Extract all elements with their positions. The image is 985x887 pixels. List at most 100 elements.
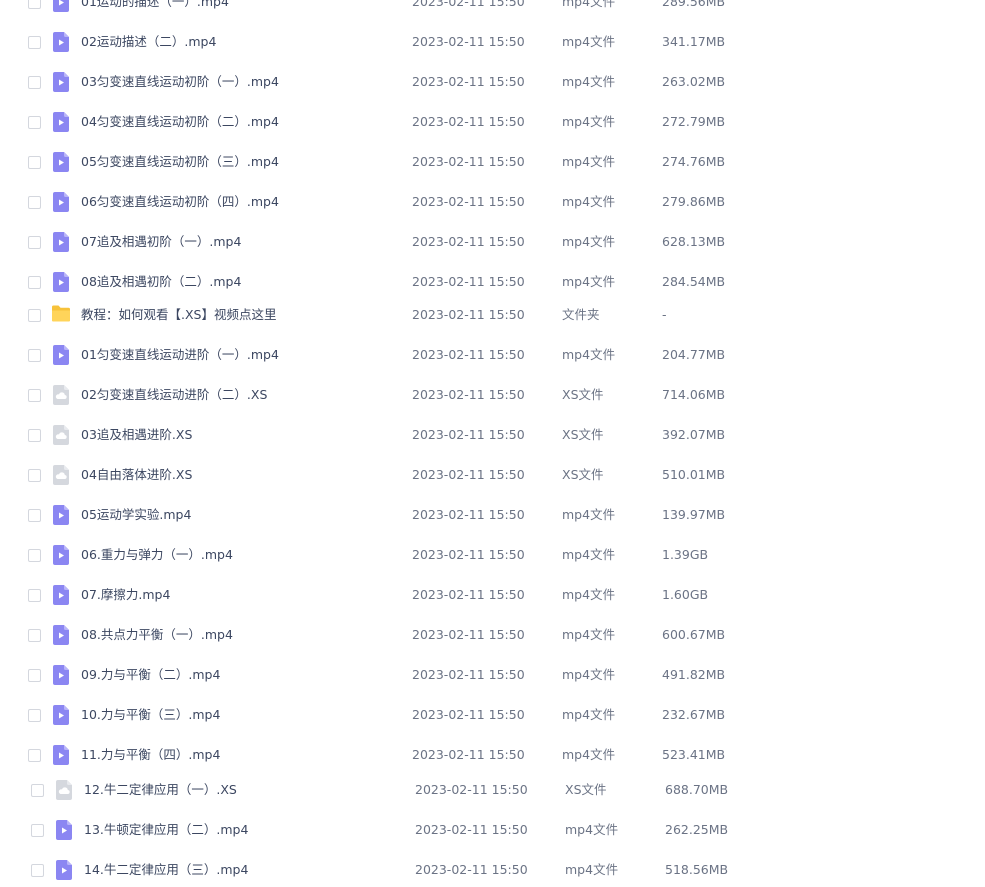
file-row[interactable]: 06.重力与弹力（一）.mp4 2023-02-11 15:50 mp4文件 1…: [0, 538, 760, 572]
file-name[interactable]: 08追及相遇初阶（二）.mp4: [81, 265, 241, 299]
row-checkbox[interactable]: [28, 549, 41, 562]
file-name[interactable]: 07追及相遇初阶（一）.mp4: [81, 225, 241, 259]
row-checkbox[interactable]: [28, 629, 41, 642]
file-size: 1.39GB: [662, 547, 709, 562]
file-name[interactable]: 07.摩擦力.mp4: [81, 578, 170, 612]
video-file-icon: [53, 545, 69, 565]
file-row[interactable]: 08.共点力平衡（一）.mp4 2023-02-11 15:50 mp4文件 6…: [0, 618, 760, 652]
row-checkbox[interactable]: [28, 589, 41, 602]
row-checkbox[interactable]: [28, 309, 41, 322]
file-name[interactable]: 09.力与平衡（二）.mp4: [81, 658, 220, 692]
file-name[interactable]: 04匀变速直线运动初阶（二）.mp4: [81, 105, 279, 139]
file-size: 518.56MB: [665, 862, 729, 877]
file-row[interactable]: 教程：如何观看【.XS】视频点这里 2023-02-11 15:50 文件夹 -: [0, 298, 760, 332]
file-row[interactable]: 03追及相遇进阶.XS 2023-02-11 15:50 XS文件 392.07…: [0, 418, 760, 452]
file-row[interactable]: 05匀变速直线运动初阶（三）.mp4 2023-02-11 15:50 mp4文…: [0, 145, 760, 179]
row-checkbox[interactable]: [28, 429, 41, 442]
file-type: mp4文件: [565, 862, 619, 877]
file-type: mp4文件: [562, 747, 616, 762]
file-name[interactable]: 01匀变速直线运动进阶（一）.mp4: [81, 338, 279, 372]
file-row[interactable]: 11.力与平衡（四）.mp4 2023-02-11 15:50 mp4文件 52…: [0, 738, 760, 772]
file-name[interactable]: 教程：如何观看【.XS】视频点这里: [81, 298, 276, 332]
modified-date: 2023-02-11 15:50: [412, 0, 525, 9]
file-row[interactable]: 01匀变速直线运动进阶（一）.mp4 2023-02-11 15:50 mp4文…: [0, 338, 760, 372]
modified-date: 2023-02-11 15:50: [412, 467, 525, 482]
file-row[interactable]: 07.摩擦力.mp4 2023-02-11 15:50 mp4文件 1.60GB: [0, 578, 760, 612]
file-row[interactable]: 08追及相遇初阶（二）.mp4 2023-02-11 15:50 mp4文件 2…: [0, 265, 760, 299]
file-row[interactable]: 09.力与平衡（二）.mp4 2023-02-11 15:50 mp4文件 49…: [0, 658, 760, 692]
row-checkbox[interactable]: [28, 349, 41, 362]
file-row[interactable]: 02运动描述（二）.mp4 2023-02-11 15:50 mp4文件 341…: [0, 25, 760, 59]
file-list: 01运动的描述（一）.mp4 2023-02-11 15:50 mp4文件 28…: [0, 0, 985, 880]
row-checkbox[interactable]: [28, 0, 41, 9]
file-row[interactable]: 01运动的描述（一）.mp4 2023-02-11 15:50 mp4文件 28…: [0, 0, 760, 19]
row-checkbox[interactable]: [28, 669, 41, 682]
file-row[interactable]: 07追及相遇初阶（一）.mp4 2023-02-11 15:50 mp4文件 6…: [0, 225, 760, 259]
file-row[interactable]: 03匀变速直线运动初阶（一）.mp4 2023-02-11 15:50 mp4文…: [0, 65, 760, 99]
file-type: XS文件: [562, 467, 604, 482]
row-checkbox[interactable]: [28, 156, 41, 169]
file-name[interactable]: 08.共点力平衡（一）.mp4: [81, 618, 233, 652]
modified-date: 2023-02-11 15:50: [412, 747, 525, 762]
file-type: mp4文件: [562, 627, 616, 642]
file-row[interactable]: 02匀变速直线运动进阶（二）.XS 2023-02-11 15:50 XS文件 …: [0, 378, 760, 412]
row-checkbox[interactable]: [28, 236, 41, 249]
file-size: 628.13MB: [662, 234, 726, 249]
file-name[interactable]: 10.力与平衡（三）.mp4: [81, 698, 220, 732]
modified-date: 2023-02-11 15:50: [412, 114, 525, 129]
file-size: 491.82MB: [662, 667, 726, 682]
file-type: mp4文件: [562, 34, 616, 49]
file-type: mp4文件: [562, 507, 616, 522]
file-type: mp4文件: [562, 74, 616, 89]
cloud-file-icon: [56, 780, 72, 800]
row-checkbox[interactable]: [28, 709, 41, 722]
file-name[interactable]: 01运动的描述（一）.mp4: [81, 0, 229, 19]
file-size: 1.60GB: [662, 587, 709, 602]
video-file-icon: [56, 820, 72, 840]
file-name[interactable]: 02运动描述（二）.mp4: [81, 25, 216, 59]
row-checkbox[interactable]: [28, 76, 41, 89]
file-row[interactable]: 05运动学实验.mp4 2023-02-11 15:50 mp4文件 139.9…: [0, 498, 760, 532]
file-size: 232.67MB: [662, 707, 726, 722]
row-checkbox[interactable]: [28, 389, 41, 402]
file-name[interactable]: 02匀变速直线运动进阶（二）.XS: [81, 378, 267, 412]
row-checkbox[interactable]: [28, 276, 41, 289]
file-name[interactable]: 05运动学实验.mp4: [81, 498, 191, 532]
file-row[interactable]: 04自由落体进阶.XS 2023-02-11 15:50 XS文件 510.01…: [0, 458, 760, 492]
file-name[interactable]: 13.牛顿定律应用（二）.mp4: [84, 813, 248, 847]
file-name[interactable]: 06.重力与弹力（一）.mp4: [81, 538, 233, 572]
row-checkbox[interactable]: [31, 824, 44, 837]
file-row[interactable]: 13.牛顿定律应用（二）.mp4 2023-02-11 15:50 mp4文件 …: [3, 813, 763, 847]
file-name[interactable]: 03匀变速直线运动初阶（一）.mp4: [81, 65, 279, 99]
file-size: 262.25MB: [665, 822, 729, 837]
row-checkbox[interactable]: [28, 509, 41, 522]
modified-date: 2023-02-11 15:50: [412, 347, 525, 362]
file-type: mp4文件: [562, 707, 616, 722]
file-type: mp4文件: [562, 587, 616, 602]
file-name[interactable]: 03追及相遇进阶.XS: [81, 418, 192, 452]
row-checkbox[interactable]: [28, 116, 41, 129]
file-name[interactable]: 11.力与平衡（四）.mp4: [81, 738, 220, 772]
file-name[interactable]: 05匀变速直线运动初阶（三）.mp4: [81, 145, 279, 179]
file-row[interactable]: 04匀变速直线运动初阶（二）.mp4 2023-02-11 15:50 mp4文…: [0, 105, 760, 139]
file-name[interactable]: 06匀变速直线运动初阶（四）.mp4: [81, 185, 279, 219]
cloud-file-icon: [53, 465, 69, 485]
row-checkbox[interactable]: [28, 196, 41, 209]
modified-date: 2023-02-11 15:50: [412, 274, 525, 289]
file-size: -: [662, 307, 667, 322]
file-row[interactable]: 12.牛二定律应用（一）.XS 2023-02-11 15:50 XS文件 68…: [3, 773, 763, 807]
file-row[interactable]: 10.力与平衡（三）.mp4 2023-02-11 15:50 mp4文件 23…: [0, 698, 760, 732]
row-checkbox[interactable]: [31, 864, 44, 877]
modified-date: 2023-02-11 15:50: [412, 307, 525, 322]
row-checkbox[interactable]: [28, 749, 41, 762]
file-type: mp4文件: [562, 194, 616, 209]
file-name[interactable]: 04自由落体进阶.XS: [81, 458, 192, 492]
file-row[interactable]: 06匀变速直线运动初阶（四）.mp4 2023-02-11 15:50 mp4文…: [0, 185, 760, 219]
file-size: 263.02MB: [662, 74, 726, 89]
row-checkbox[interactable]: [28, 469, 41, 482]
row-checkbox[interactable]: [31, 784, 44, 797]
file-row[interactable]: 14.牛二定律应用（三）.mp4 2023-02-11 15:50 mp4文件 …: [3, 853, 763, 887]
file-name[interactable]: 14.牛二定律应用（三）.mp4: [84, 853, 248, 887]
file-name[interactable]: 12.牛二定律应用（一）.XS: [84, 773, 237, 807]
row-checkbox[interactable]: [28, 36, 41, 49]
